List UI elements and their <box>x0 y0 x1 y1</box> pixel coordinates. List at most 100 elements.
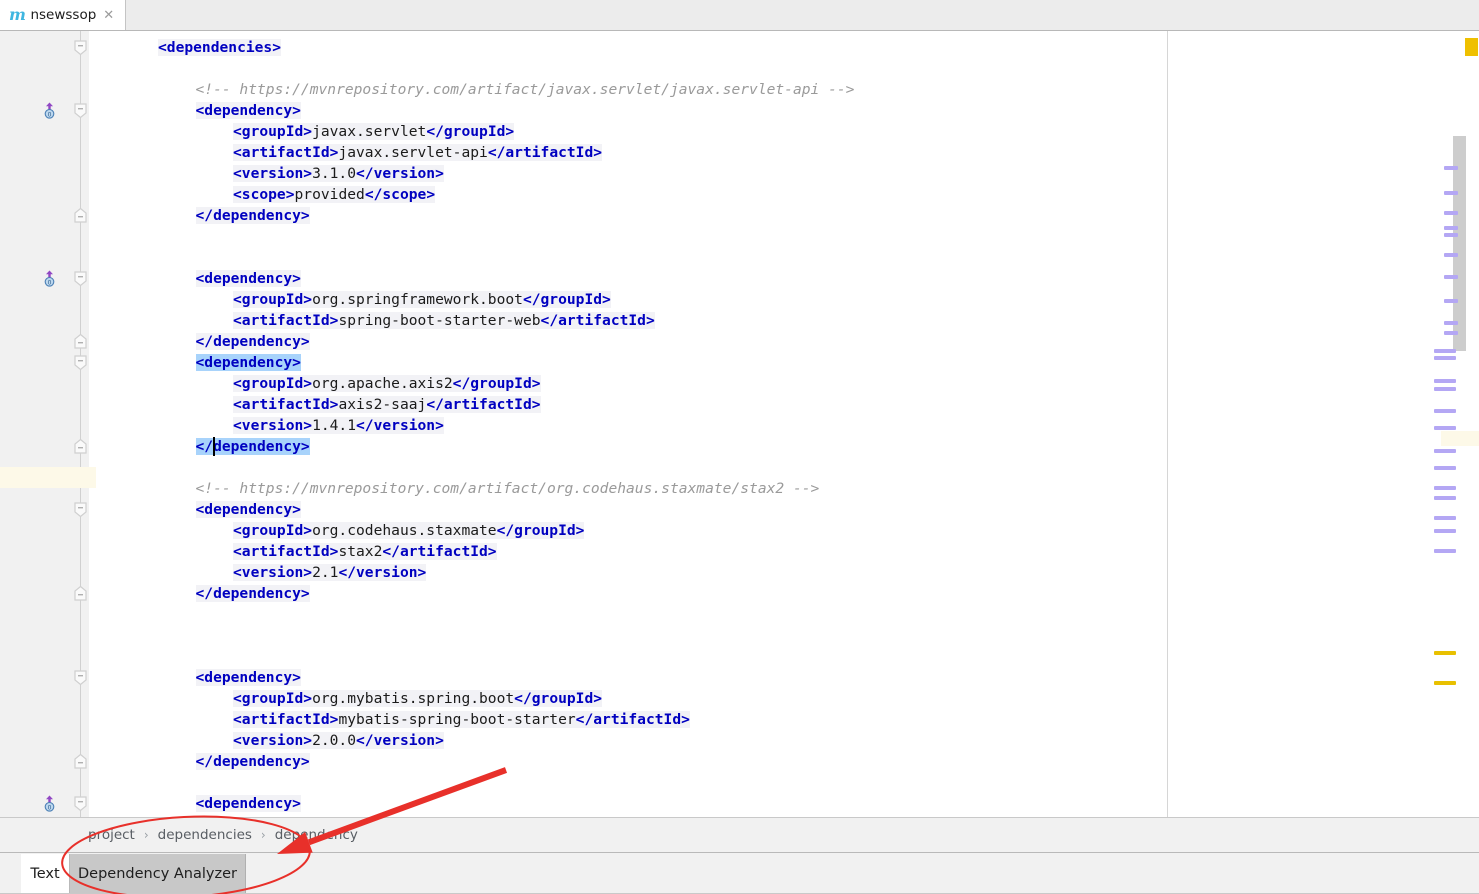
code-line[interactable]: </dependency> <box>96 331 1441 352</box>
marker-occurrence[interactable] <box>1444 226 1458 230</box>
marker-occurrence[interactable] <box>1444 321 1458 325</box>
code-value: org.springframework.boot <box>312 290 523 308</box>
marker-warning[interactable] <box>1434 651 1456 655</box>
code-line[interactable]: <scope>provided</scope> <box>96 184 1441 205</box>
code-value: 1.4.1 <box>312 416 357 434</box>
marker-occurrence[interactable] <box>1434 379 1456 383</box>
code-line[interactable] <box>96 646 1441 667</box>
code-line[interactable]: <groupId>org.springframework.boot</group… <box>96 289 1441 310</box>
close-icon[interactable]: ✕ <box>103 9 114 22</box>
dependency-update-available-icon[interactable]: 0 <box>42 795 57 812</box>
marker-occurrence[interactable] <box>1434 449 1456 453</box>
marker-occurrence[interactable] <box>1444 211 1458 215</box>
editor-bottom-tab-bar: Text Dependency Analyzer <box>0 852 1479 894</box>
marker-occurrence[interactable] <box>1434 549 1456 553</box>
editor-tab-bar: m nsewssop ✕ <box>0 0 1479 31</box>
breadcrumb-item-dependency[interactable]: dependency <box>275 827 358 843</box>
code-line[interactable]: <dependencies> <box>96 37 1441 58</box>
tab-text[interactable]: Text <box>21 854 70 894</box>
code-line[interactable]: <dependency> <box>96 352 1441 373</box>
code-line[interactable]: <version>2.1</version> <box>96 562 1441 583</box>
breadcrumb-item-dependencies[interactable]: dependencies <box>158 827 252 843</box>
code-line[interactable] <box>96 226 1441 247</box>
fold-collapse-icon[interactable] <box>72 270 89 287</box>
code-line[interactable]: <!-- https://mvnrepository.com/artifact/… <box>96 79 1441 100</box>
marker-occurrence[interactable] <box>1444 166 1458 170</box>
code-line[interactable]: <artifactId>stax2</artifactId> <box>96 541 1441 562</box>
code-tag: <dependencies> <box>158 38 282 56</box>
editor-gutter[interactable] <box>0 31 96 817</box>
fold-collapse-icon[interactable] <box>72 39 89 56</box>
code-line[interactable]: <artifactId>mybatis-spring-boot-starter<… <box>96 709 1441 730</box>
code-line[interactable]: <groupId>javax.servlet</groupId> <box>96 121 1441 142</box>
marker-occurrence[interactable] <box>1444 253 1458 257</box>
editor-tab-pom[interactable]: m nsewssop ✕ <box>0 0 126 30</box>
dependency-update-available-icon[interactable]: 0 <box>42 102 57 119</box>
tab-dependency-analyzer[interactable]: Dependency Analyzer <box>70 854 246 894</box>
code-line[interactable] <box>96 772 1441 793</box>
code-line[interactable]: </dependency> <box>96 583 1441 604</box>
code-line[interactable] <box>96 58 1441 79</box>
code-tag: <version> <box>233 731 313 749</box>
code-line[interactable]: <version>1.4.1</version> <box>96 415 1441 436</box>
code-line[interactable] <box>96 625 1441 646</box>
code-text-area[interactable]: <dependencies> <!-- https://mvnrepository… <box>96 31 1441 817</box>
fold-end-icon[interactable] <box>72 438 89 455</box>
code-line[interactable]: <groupId>org.mybatis.spring.boot</groupI… <box>96 688 1441 709</box>
editor-marker-bar[interactable] <box>1434 31 1479 817</box>
marker-occurrence[interactable] <box>1434 387 1456 391</box>
marker-occurrence[interactable] <box>1444 299 1458 303</box>
code-line[interactable]: <groupId>org.codehaus.staxmate</groupId> <box>96 520 1441 541</box>
dependency-update-available-icon[interactable]: 0 <box>42 270 57 287</box>
code-line[interactable]: <dependency> <box>96 793 1441 814</box>
code-line[interactable] <box>96 457 1441 478</box>
fold-collapse-icon[interactable] <box>72 501 89 518</box>
fold-end-icon[interactable] <box>72 585 89 602</box>
code-tag: <dependency> <box>195 794 301 812</box>
code-line[interactable]: </dependency> <box>96 751 1441 772</box>
fold-end-icon[interactable] <box>72 753 89 770</box>
fold-collapse-icon[interactable] <box>72 354 89 371</box>
marker-occurrence[interactable] <box>1434 409 1456 413</box>
fold-collapse-icon[interactable] <box>72 669 89 686</box>
code-line[interactable]: <dependency> <box>96 499 1441 520</box>
code-value: org.apache.axis2 <box>312 374 453 392</box>
marker-occurrence[interactable] <box>1434 529 1456 533</box>
code-line[interactable]: <!-- https://mvnrepository.com/artifact/… <box>96 478 1441 499</box>
code-line[interactable]: <dependency> <box>96 667 1441 688</box>
code-line[interactable]: <artifactId>spring-boot-starter-web</art… <box>96 310 1441 331</box>
code-line[interactable]: <artifactId>javax.servlet-api</artifactI… <box>96 142 1441 163</box>
code-line[interactable]: </dependency> <box>96 436 1441 457</box>
code-line[interactable]: <version>2.0.0</version> <box>96 730 1441 751</box>
marker-occurrence[interactable] <box>1434 426 1456 430</box>
marker-warning-block[interactable] <box>1465 38 1478 56</box>
fold-end-icon[interactable] <box>72 207 89 224</box>
marker-occurrence[interactable] <box>1434 486 1456 490</box>
marker-occurrence[interactable] <box>1444 275 1458 279</box>
code-line[interactable]: </dependency> <box>96 205 1441 226</box>
code-value: axis2-saaj <box>338 395 427 413</box>
marker-warning[interactable] <box>1434 681 1456 685</box>
code-line[interactable]: <dependency> <box>96 100 1441 121</box>
fold-end-icon[interactable] <box>72 333 89 350</box>
breadcrumb[interactable]: project › dependencies › dependency <box>0 817 1479 852</box>
marker-occurrence[interactable] <box>1434 466 1456 470</box>
marker-occurrence[interactable] <box>1444 233 1458 237</box>
marker-occurrence[interactable] <box>1444 331 1458 335</box>
marker-occurrence[interactable] <box>1434 349 1456 353</box>
marker-occurrence[interactable] <box>1444 191 1458 195</box>
code-editor[interactable]: 2223242526272829303132333435363738394041… <box>0 31 1479 817</box>
code-line[interactable] <box>96 247 1441 268</box>
code-line[interactable]: <groupId>org.apache.axis2</groupId> <box>96 373 1441 394</box>
code-line[interactable]: <artifactId>axis2-saaj</artifactId> <box>96 394 1441 415</box>
code-line[interactable]: <version>3.1.0</version> <box>96 163 1441 184</box>
marker-occurrence[interactable] <box>1434 356 1456 360</box>
fold-collapse-icon[interactable] <box>72 795 89 812</box>
marker-occurrence[interactable] <box>1434 496 1456 500</box>
fold-collapse-icon[interactable] <box>72 102 89 119</box>
code-line[interactable] <box>96 604 1441 625</box>
breadcrumb-item-project[interactable]: project <box>88 827 135 843</box>
editor-tab-label: nsewssop <box>30 7 97 23</box>
marker-occurrence[interactable] <box>1434 516 1456 520</box>
code-line[interactable]: <dependency> <box>96 268 1441 289</box>
